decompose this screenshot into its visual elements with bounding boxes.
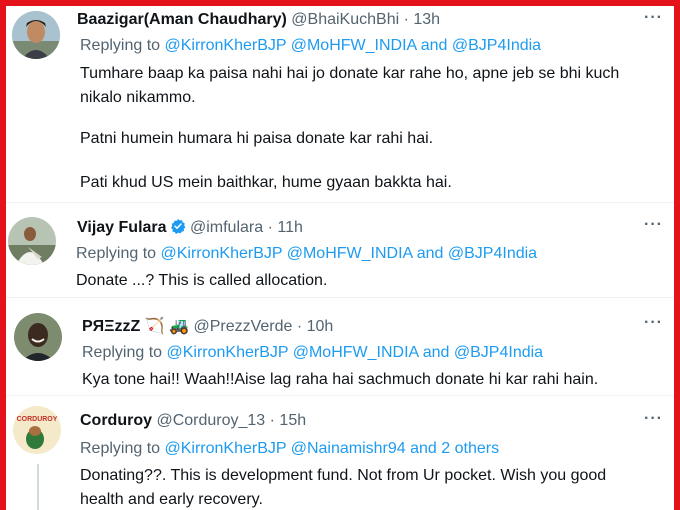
avatar[interactable] — [12, 11, 60, 59]
user-handle[interactable]: @imfulara — [190, 219, 263, 236]
tweet-header: PЯΞzzZ 🏹 🚜 @PrezzVerde · 10h — [82, 316, 333, 336]
tweet-text-line: health and early recovery. — [80, 491, 263, 508]
tweet-text-line: Tumhare baap ka paisa nahi hai jo donate… — [80, 65, 620, 82]
replying-to-mentions[interactable]: @KirronKherBJP @MoHFW_INDIA and @BJP4Ind… — [161, 245, 538, 262]
tweet-text: Donating??. This is development fund. No… — [80, 464, 665, 510]
replying-to-mentions[interactable]: @KirronKherBJP @MoHFW_INDIA and @BJP4Ind… — [165, 37, 542, 54]
replying-to: Replying to @KirronKherBJP @MoHFW_INDIA … — [80, 37, 541, 55]
display-name[interactable]: Vijay Fulara — [77, 219, 167, 236]
replying-to-mentions[interactable]: @KirronKherBJP @MoHFW_INDIA and @BJP4Ind… — [167, 344, 544, 361]
tweet-card[interactable]: CORDUROY Corduroy @Corduroy_13 · 15h ···… — [6, 396, 674, 510]
tweet-text-line: Donating??. This is development fund. No… — [80, 467, 607, 484]
verified-badge-icon — [170, 218, 186, 234]
tweet-text-line: Pati khud US mein baithkar, hume gyaan b… — [80, 174, 452, 191]
timestamp[interactable]: · 13h — [404, 11, 440, 28]
display-name[interactable]: PЯΞzzZ — [82, 318, 140, 335]
replying-to: Replying to @KirronKherBJP @Nainamishr94… — [80, 440, 499, 458]
avatar[interactable]: CORDUROY — [13, 406, 61, 454]
replying-to: Replying to @KirronKherBJP @MoHFW_INDIA … — [82, 344, 543, 362]
replying-to-label: Replying to — [80, 440, 161, 457]
tweet-text-line: Donate ...? This is called allocation. — [76, 272, 328, 289]
avatar[interactable] — [8, 217, 56, 265]
tweet-text-line: Patni humein humara hi paisa donate kar … — [80, 130, 434, 147]
timestamp[interactable]: · 15h — [270, 412, 306, 429]
replying-to-label: Replying to — [76, 245, 157, 262]
timestamp[interactable]: · 10h — [297, 318, 333, 335]
tweet-header: Corduroy @Corduroy_13 · 15h — [80, 412, 306, 430]
replying-to-label: Replying to — [82, 344, 163, 361]
tweet-replies-screenshot: Baazigar(Aman Chaudhary) @BhaiKuchBhi · … — [6, 6, 674, 510]
replying-to: Replying to @KirronKherBJP @MoHFW_INDIA … — [76, 245, 537, 263]
replying-to-label: Replying to — [80, 37, 161, 54]
timestamp[interactable]: · 11h — [268, 219, 303, 236]
tweet-text-line: Kya tone hai!! Waah!!Aise lag raha hai s… — [82, 371, 599, 388]
more-options-icon[interactable]: ··· — [644, 9, 663, 27]
tweet-header: Vijay Fulara @imfulara · 11h — [77, 218, 303, 237]
more-options-icon[interactable]: ··· — [644, 216, 663, 234]
avatar-logo-text: CORDUROY — [17, 416, 58, 423]
tweet-text: Kya tone hai!! Waah!!Aise lag raha hai s… — [82, 368, 667, 392]
tweet-text-line: nikalo nikammo. — [80, 89, 196, 106]
avatar[interactable] — [14, 313, 62, 361]
more-options-icon[interactable]: ··· — [644, 410, 663, 428]
tweet-card[interactable]: Vijay Fulara @imfulara · 11h ··· Replyin… — [6, 203, 674, 297]
thread-line — [37, 464, 39, 510]
display-name[interactable]: Baazigar(Aman Chaudhary) — [77, 11, 287, 28]
user-handle[interactable]: @Corduroy_13 — [156, 412, 265, 429]
display-name[interactable]: Corduroy — [80, 412, 152, 429]
name-emoji: 🏹 🚜 — [144, 318, 189, 335]
tweet-card[interactable]: PЯΞzzZ 🏹 🚜 @PrezzVerde · 10h ··· Replyin… — [6, 298, 674, 395]
tweet-header: Baazigar(Aman Chaudhary) @BhaiKuchBhi · … — [77, 11, 440, 29]
replying-to-mentions[interactable]: @KirronKherBJP @Nainamishr94 and 2 other… — [165, 440, 500, 457]
more-options-icon[interactable]: ··· — [644, 314, 663, 332]
tweet-card[interactable]: Baazigar(Aman Chaudhary) @BhaiKuchBhi · … — [6, 6, 674, 202]
user-handle[interactable]: @PrezzVerde — [193, 318, 292, 335]
user-handle[interactable]: @BhaiKuchBhi — [291, 11, 399, 28]
tweet-text: Donate ...? This is called allocation. — [76, 269, 656, 293]
tweet-text: Tumhare baap ka paisa nahi hai jo donate… — [80, 62, 660, 195]
